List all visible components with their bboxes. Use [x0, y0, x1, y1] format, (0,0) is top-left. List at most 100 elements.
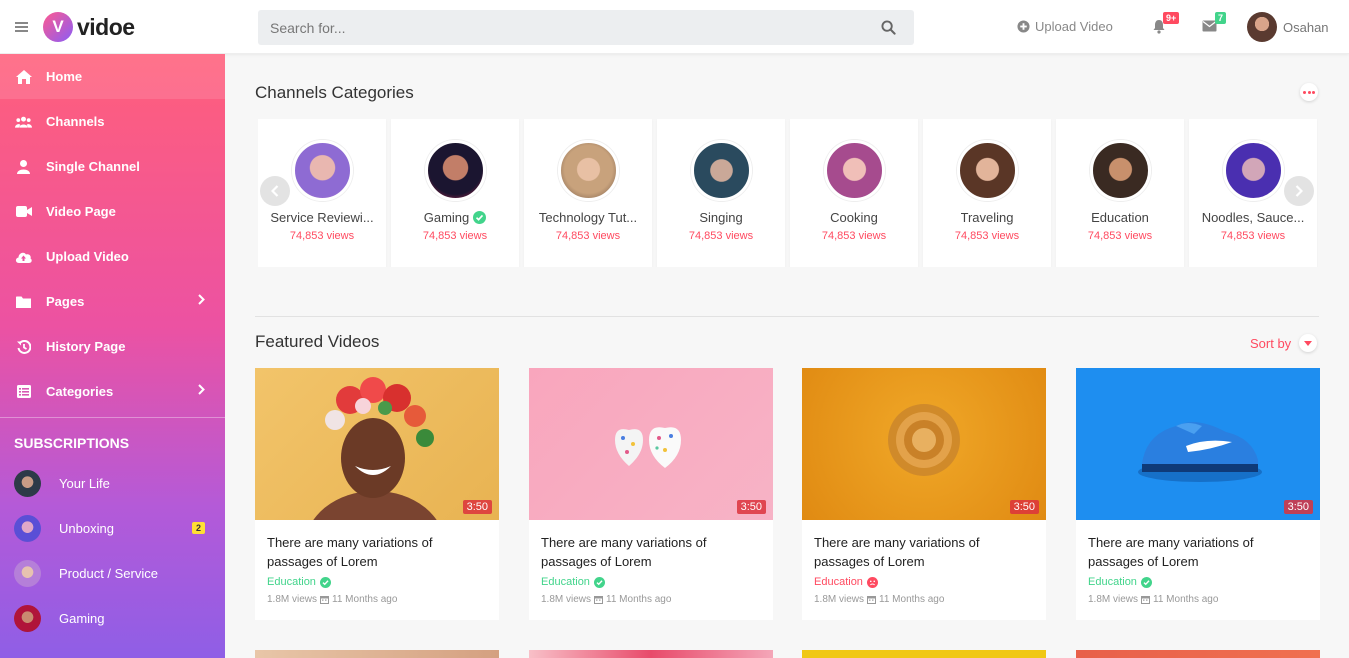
sidebar-item-channels[interactable]: Channels	[0, 99, 225, 144]
category-card[interactable]: Technology Tut... 74,853 views	[524, 119, 652, 267]
upload-video-link[interactable]: Upload Video	[1017, 19, 1113, 34]
category-avatar	[1222, 140, 1284, 201]
category-avatar	[956, 140, 1018, 201]
chevron-right-icon	[198, 294, 205, 305]
search-icon[interactable]	[881, 20, 896, 35]
carousel-next-button[interactable]	[1284, 176, 1314, 206]
category-avatar	[291, 140, 353, 201]
subscription-item[interactable]: Product / Service	[0, 551, 225, 596]
avatar	[1247, 12, 1277, 42]
category-card[interactable]: Gaming 74,853 views	[391, 119, 519, 267]
sidebar-item-label: Channels	[46, 114, 105, 129]
avatar	[14, 605, 41, 632]
categories-carousel: Service Reviewi... 74,853 views Gaming 7…	[258, 119, 1318, 267]
category-name: Service Reviewi...	[270, 210, 374, 225]
video-category[interactable]: Education	[541, 576, 590, 588]
subscription-item[interactable]: Your Life	[0, 461, 225, 506]
video-age: 11 Months ago	[879, 594, 945, 605]
video-camera-icon	[15, 203, 32, 220]
calendar-icon	[867, 596, 877, 604]
verified-check-icon	[1140, 576, 1152, 588]
sidebar-item-label: Home	[46, 69, 83, 84]
video-card-partial[interactable]	[255, 650, 499, 658]
video-card[interactable]: 3:50 There are many variations of passag…	[802, 368, 1046, 620]
chevron-right-icon	[198, 384, 205, 395]
video-card[interactable]: 3:50 There are many variations of passag…	[255, 368, 499, 620]
video-duration: 3:50	[1009, 500, 1039, 514]
category-views: 74,853 views	[289, 230, 355, 242]
sidebar-item-label: Pages	[46, 294, 85, 309]
notification-badge: 9+	[1163, 12, 1180, 24]
sidebar-item-label: Single Channel	[46, 159, 140, 174]
search-input[interactable]	[258, 10, 858, 45]
carousel-prev-button[interactable]	[260, 176, 290, 206]
category-name: Traveling	[960, 210, 1014, 225]
sidebar-item-video-page[interactable]: Video Page	[0, 189, 225, 234]
video-category[interactable]: Education	[814, 576, 863, 588]
subscription-count-badge: 2	[192, 522, 206, 534]
sidebar: Home Channels Single Channel Video Page …	[0, 54, 225, 658]
sort-by-dropdown[interactable]: Sort by	[1250, 334, 1318, 352]
logo[interactable]: V vidoe	[43, 12, 135, 42]
list-icon	[15, 383, 32, 400]
video-thumbnail[interactable]: 3:50	[1076, 368, 1320, 520]
category-avatar	[424, 140, 486, 201]
video-thumbnail[interactable]: 3:50	[802, 368, 1046, 520]
video-card[interactable]: 3:50 There are many variations of passag…	[1076, 368, 1320, 620]
video-age: 11 Months ago	[332, 594, 398, 605]
section-divider	[255, 316, 1319, 317]
video-card-partial[interactable]	[1076, 650, 1320, 658]
user-menu[interactable]: Osahan	[1247, 12, 1329, 42]
calendar-icon	[1141, 596, 1151, 604]
video-age: 11 Months ago	[1153, 594, 1219, 605]
avatar	[14, 560, 41, 587]
video-thumbnail[interactable]: 3:50	[255, 368, 499, 520]
sidebar-item-label: History Page	[46, 339, 126, 354]
sidebar-item-pages[interactable]: Pages	[0, 279, 225, 324]
logo-text: vidoe	[77, 13, 135, 40]
thumbnail-image	[313, 377, 437, 520]
video-duration: 3:50	[736, 500, 766, 514]
category-name: Education	[1091, 210, 1149, 225]
more-options-icon[interactable]	[1300, 83, 1318, 101]
thumbnail-image	[888, 404, 960, 476]
thumbnail-image	[615, 427, 681, 468]
video-views: 1.8M views	[267, 594, 318, 605]
video-title[interactable]: There are many variations of passages of…	[529, 520, 773, 571]
video-card-partial[interactable]	[802, 650, 1046, 658]
video-category[interactable]: Education	[1088, 576, 1137, 588]
video-duration: 3:50	[462, 500, 492, 514]
logo-mark: V	[43, 12, 73, 42]
video-title[interactable]: There are many variations of passages of…	[802, 520, 1046, 571]
subscription-item[interactable]: Gaming	[0, 596, 225, 641]
category-card[interactable]: Traveling 74,853 views	[923, 119, 1051, 267]
sidebar-item-single-channel[interactable]: Single Channel	[0, 144, 225, 189]
menu-toggle-icon[interactable]	[15, 22, 28, 32]
category-avatar	[823, 140, 885, 201]
category-views: 74,853 views	[1087, 230, 1153, 242]
video-card-partial[interactable]	[529, 650, 773, 658]
video-views: 1.8M views	[814, 594, 865, 605]
sidebar-item-history-page[interactable]: History Page	[0, 324, 225, 369]
sidebar-item-home[interactable]: Home	[0, 54, 225, 99]
sidebar-item-categories[interactable]: Categories	[0, 369, 225, 414]
category-card[interactable]: Cooking 74,853 views	[790, 119, 918, 267]
avatar	[14, 515, 41, 542]
subscription-label: Gaming	[59, 611, 105, 626]
video-card[interactable]: 3:50 There are many variations of passag…	[529, 368, 773, 620]
video-views: 1.8M views	[541, 594, 592, 605]
category-avatar	[690, 140, 752, 201]
video-category[interactable]: Education	[267, 576, 316, 588]
category-views: 74,853 views	[688, 230, 754, 242]
video-thumbnail[interactable]: 3:50	[529, 368, 773, 520]
video-title[interactable]: There are many variations of passages of…	[1076, 520, 1320, 571]
category-card[interactable]: Singing 74,853 views	[657, 119, 785, 267]
subscription-label: Unboxing	[59, 521, 114, 536]
channels-categories-title: Channels Categories	[255, 83, 414, 102]
category-name: Cooking	[830, 210, 878, 225]
subscription-item[interactable]: Unboxing 2	[0, 506, 225, 551]
sad-face-icon	[866, 576, 878, 588]
sidebar-item-upload-video[interactable]: Upload Video	[0, 234, 225, 279]
video-title[interactable]: There are many variations of passages of…	[255, 520, 499, 571]
category-card[interactable]: Education 74,853 views	[1056, 119, 1184, 267]
